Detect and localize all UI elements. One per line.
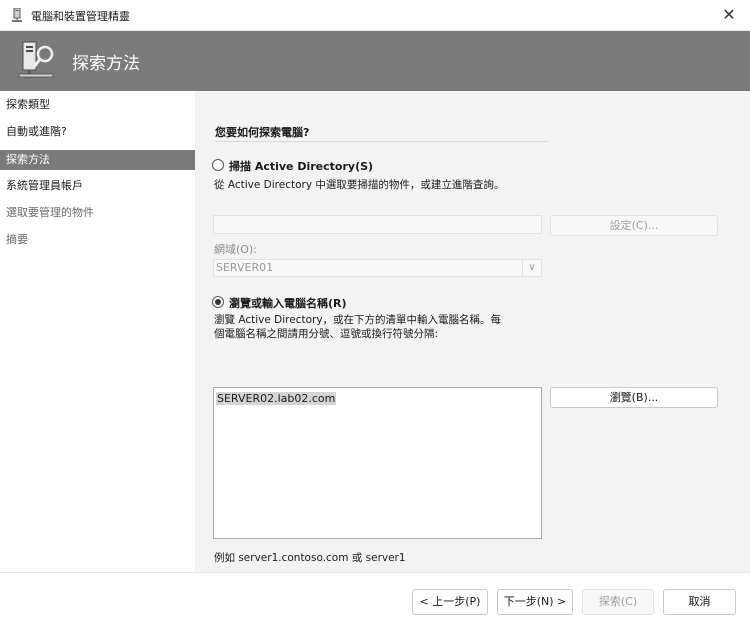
step-summary: 摘要: [6, 233, 28, 246]
browse-label[interactable]: 瀏覽或輸入電腦名稱(R): [229, 295, 347, 311]
scan-query-field: [213, 215, 542, 234]
cancel-button[interactable]: 取消: [663, 589, 736, 615]
close-icon[interactable]: ✕: [714, 3, 744, 27]
domain-select: SERVER01 ∨: [213, 259, 542, 277]
browse-button[interactable]: 瀏覽(B)...: [550, 387, 718, 408]
discover-button[interactable]: 探索(C): [582, 589, 654, 615]
browse-description-line2: 個電腦名稱之間請用分號、逗號或換行符號分隔:: [214, 328, 439, 340]
browse-radio[interactable]: [212, 296, 224, 308]
back-button[interactable]: < 上一步(P): [412, 589, 488, 615]
computer-names-text: SERVER02.lab02.com: [216, 392, 337, 405]
domain-value: SERVER01: [216, 261, 274, 274]
title-bar: 電腦和裝置管理精靈 ✕: [0, 0, 750, 31]
step-discovery-type[interactable]: 探索類型: [0, 95, 195, 115]
next-button[interactable]: 下一步(N) >: [497, 589, 573, 615]
browse-description-line1: 瀏覽 Active Directory，或在下方的清單中輸入電腦名稱。每: [214, 314, 502, 326]
scan-ad-description: 從 Active Directory 中選取要掃描的物件，或建立進階查詢。: [214, 179, 505, 191]
step-select-objects: 選取要管理的物件: [6, 206, 94, 219]
scan-ad-radio[interactable]: [212, 159, 224, 171]
step-auto-or-advanced[interactable]: 自動或進階?: [0, 122, 195, 142]
computer-app-icon: [12, 8, 22, 22]
header-banner: 探索方法: [0, 31, 750, 91]
question-divider: [215, 141, 549, 142]
window-title: 電腦和裝置管理精靈: [31, 10, 130, 23]
discovery-computer-icon: [18, 41, 54, 78]
step-discovery-method[interactable]: 探索方法: [0, 150, 195, 170]
wizard-footer: < 上一步(P) 下一步(N) > 探索(C) 取消: [0, 572, 750, 622]
main-panel: 您要如何探索電腦? 掃描 Active Directory(S) 從 Activ…: [195, 91, 750, 572]
scan-ad-label[interactable]: 掃描 Active Directory(S): [229, 158, 373, 174]
page-heading: 探索方法: [72, 54, 140, 74]
discovery-question: 您要如何探索電腦?: [215, 126, 310, 139]
chevron-down-icon: ∨: [522, 260, 541, 276]
example-text: 例如 server1.contoso.com 或 server1: [214, 552, 406, 564]
computer-names-textarea[interactable]: SERVER02.lab02.com: [213, 387, 542, 539]
step-admin-account[interactable]: 系統管理員帳戶: [0, 176, 195, 196]
domain-label: 網域(O):: [214, 243, 257, 256]
wizard-steps: 探索類型 自動或進階? 探索方法 系統管理員帳戶 選取要管理的物件 摘要: [0, 91, 195, 572]
settings-button[interactable]: 設定(C)...: [550, 215, 718, 236]
